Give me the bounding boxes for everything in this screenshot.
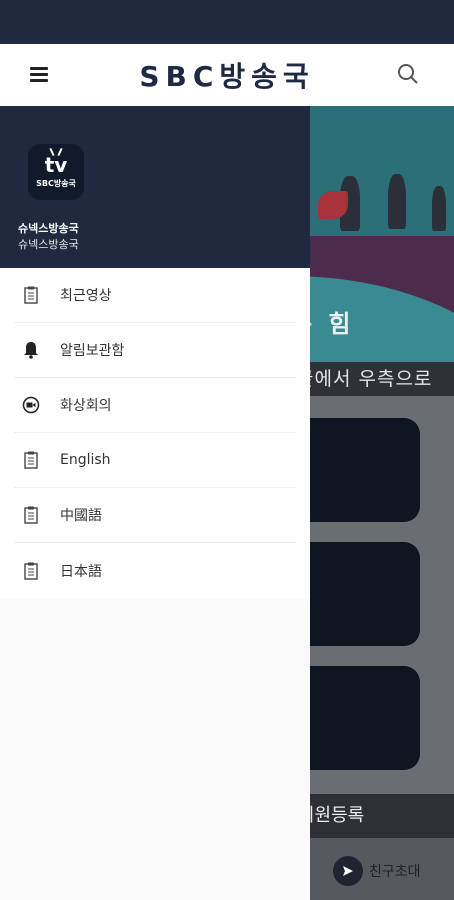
status-bar xyxy=(0,0,454,44)
search-button[interactable] xyxy=(396,62,424,90)
bell-icon xyxy=(20,339,42,361)
menu-item-chinese[interactable]: 中國語 xyxy=(14,488,296,543)
menu-item-english[interactable]: English xyxy=(14,433,296,488)
drawer-menu: 최근영상 알림보관함 화상회의 English 中國語 日本語 xyxy=(0,268,310,598)
menu-line xyxy=(30,79,48,82)
menu-item-video-call[interactable]: 화상회의 xyxy=(14,378,296,433)
menu-item-label: English xyxy=(60,452,111,468)
menu-item-label: 최근영상 xyxy=(60,288,112,304)
banner-figure xyxy=(318,191,348,219)
logo-caption: SBC방송국 xyxy=(36,179,76,188)
invite-friend-button[interactable]: 친구초대 xyxy=(333,856,421,886)
navigation-drawer: tv SBC방송국 슈넥스방송국 슈넥스방송국 최근영상 알림보관함 화상회의 xyxy=(0,106,310,900)
video-call-icon xyxy=(20,394,42,416)
menu-item-label: 中國語 xyxy=(60,508,102,524)
menu-line xyxy=(30,67,48,70)
menu-item-label: 日本語 xyxy=(60,563,102,580)
menu-item-japanese[interactable]: 日本語 xyxy=(14,543,296,598)
menu-item-recent-videos[interactable]: 최근영상 xyxy=(14,268,296,323)
user-subtitle: 슈넥스방송국 xyxy=(18,238,79,251)
logo-tv-text: tv xyxy=(44,153,68,177)
search-icon xyxy=(398,64,418,84)
user-name: 슈넥스방송국 xyxy=(18,222,79,235)
document-icon xyxy=(20,449,42,471)
invite-label: 친구초대 xyxy=(369,864,421,880)
hamburger-menu-button[interactable] xyxy=(30,64,58,88)
document-icon xyxy=(20,560,42,582)
menu-item-label: 알림보관함 xyxy=(60,343,125,359)
document-icon xyxy=(20,504,42,526)
banner-figure xyxy=(388,174,406,229)
menu-item-label: 화상회의 xyxy=(60,398,112,414)
banner-figure xyxy=(432,186,446,231)
app-title: SBC방송국 xyxy=(139,60,315,93)
app-logo: tv SBC방송국 xyxy=(28,144,84,200)
document-icon xyxy=(20,284,42,306)
share-icon xyxy=(333,856,363,886)
menu-item-notifications[interactable]: 알림보관함 xyxy=(14,323,296,378)
menu-line xyxy=(30,73,48,76)
app-header: SBC방송국 xyxy=(0,44,454,106)
drawer-header: tv SBC방송국 슈넥스방송국 슈넥스방송국 xyxy=(0,106,310,268)
